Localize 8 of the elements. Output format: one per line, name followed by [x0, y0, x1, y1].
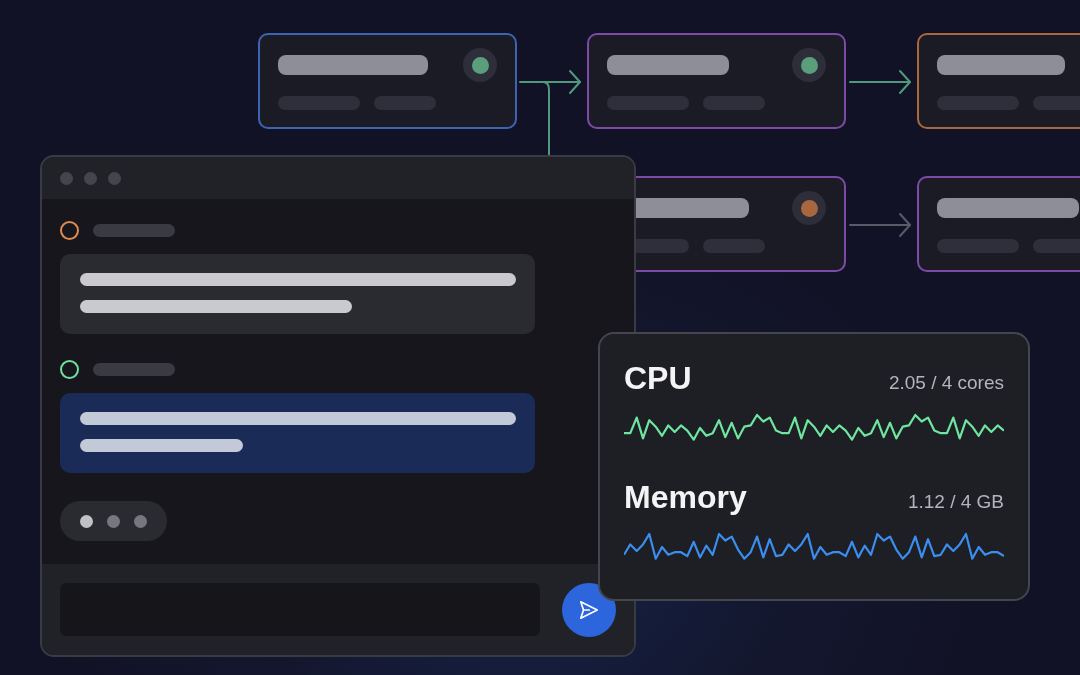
window-control-icon[interactable]	[84, 171, 97, 185]
window-control-icon[interactable]	[108, 171, 121, 185]
window-control-icon[interactable]	[60, 171, 73, 185]
metric-label: CPU	[624, 360, 692, 397]
metric-label: Memory	[624, 479, 747, 516]
send-icon	[578, 598, 601, 621]
metric-reading: 2.05 / 4 cores	[888, 372, 1004, 394]
metric-reading: 1.12 / 4 GB	[907, 491, 1004, 513]
